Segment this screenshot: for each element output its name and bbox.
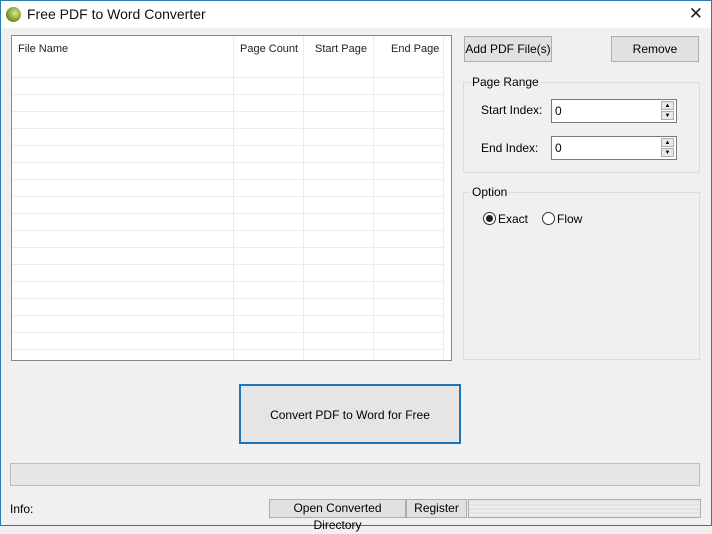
convert-button[interactable]: Convert PDF to Word for Free: [239, 384, 461, 444]
close-icon[interactable]: ✕: [689, 4, 703, 24]
flow-label[interactable]: Flow: [557, 212, 582, 226]
end-index-value[interactable]: 0: [555, 141, 562, 155]
start-index-value[interactable]: 0: [555, 104, 562, 118]
page-range-title: Page Range: [470, 75, 541, 89]
row-gridline: [12, 213, 443, 214]
row-gridline: [12, 332, 443, 333]
info-label: Info:: [10, 502, 34, 516]
exact-radio[interactable]: [483, 212, 496, 225]
open-converted-directory-button[interactable]: Open Converted Directory: [269, 499, 406, 532]
spin-down-icon[interactable]: ▼: [661, 148, 674, 157]
start-index-spinner[interactable]: 0 ▲ ▼: [551, 99, 677, 123]
row-gridline: [12, 179, 443, 180]
add-pdf-files-button[interactable]: Add PDF File(s): [464, 36, 552, 62]
row-gridline: [12, 315, 443, 316]
start-index-label: Start Index:: [481, 103, 543, 117]
spin-down-icon[interactable]: ▼: [661, 111, 674, 120]
column-divider: [303, 36, 304, 360]
column-divider: [233, 36, 234, 360]
column-header-start-page[interactable]: Start Page: [315, 36, 367, 62]
register-button[interactable]: Register: [406, 499, 467, 518]
column-divider: [373, 36, 374, 360]
row-gridline: [12, 281, 443, 282]
row-gridline: [12, 247, 443, 248]
flow-radio[interactable]: [542, 212, 555, 225]
row-gridline: [12, 128, 443, 129]
remove-button[interactable]: Remove: [611, 36, 699, 62]
app-logo-icon: [6, 7, 21, 22]
option-group: Option Exact Flow: [463, 185, 700, 360]
column-header-file-name[interactable]: File Name: [18, 36, 68, 62]
spin-up-icon[interactable]: ▲: [661, 138, 674, 147]
column-header-end-page[interactable]: End Page: [391, 36, 439, 62]
option-title: Option: [470, 185, 510, 199]
row-gridline: [12, 196, 443, 197]
file-list-table[interactable]: File Name Page Count Start Page End Page: [11, 35, 452, 361]
progress-bar: [10, 463, 700, 486]
end-index-spinner[interactable]: 0 ▲ ▼: [551, 136, 677, 160]
column-divider: [443, 36, 444, 360]
window-title: Free PDF to Word Converter: [27, 6, 206, 22]
row-gridline: [12, 162, 443, 163]
end-index-label: End Index:: [481, 141, 539, 155]
title-bar: Free PDF to Word Converter ✕: [1, 1, 711, 28]
row-gridline: [12, 94, 443, 95]
row-gridline: [12, 298, 443, 299]
row-gridline: [12, 77, 443, 78]
spin-up-icon[interactable]: ▲: [661, 101, 674, 110]
row-gridline: [12, 230, 443, 231]
exact-label[interactable]: Exact: [498, 212, 528, 226]
status-progress-bar: [468, 499, 701, 518]
app-window: Free PDF to Word Converter ✕ File Name P…: [0, 0, 712, 532]
row-gridline: [12, 111, 443, 112]
row-gridline: [12, 145, 443, 146]
row-gridline: [12, 349, 443, 350]
page-range-group: Page Range Start Index: 0 ▲ ▼ End Index:…: [463, 75, 700, 173]
column-header-page-count[interactable]: Page Count: [240, 36, 298, 62]
row-gridline: [12, 264, 443, 265]
